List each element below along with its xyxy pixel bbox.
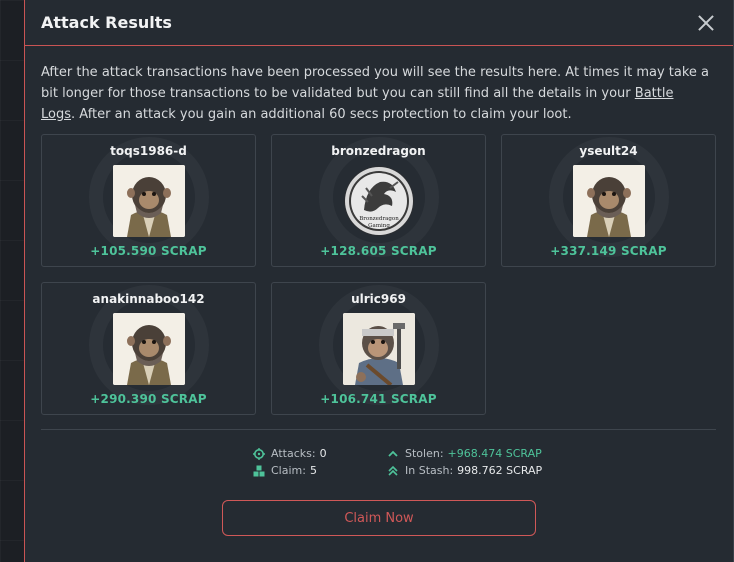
claim-label: Claim: [271, 464, 306, 477]
monkey-avatar-icon [572, 165, 645, 237]
boxes-icon [253, 465, 265, 476]
attacks-label: Attacks: [271, 447, 316, 460]
monkey-avatar-icon [112, 165, 185, 237]
bronzedragon-logo-icon: Bronzedragon Gaming [344, 167, 413, 235]
result-card: yseult24 +337.149 SCRAP [501, 134, 716, 267]
bronzedragon-logo-lettering: Bronzedragon [359, 216, 399, 222]
avatar [112, 165, 185, 237]
monkey-headband-avatar-icon [342, 313, 415, 385]
claim-value: 5 [309, 464, 317, 477]
divider [41, 429, 716, 430]
monkey-avatar-icon [112, 313, 185, 385]
stash-label: In Stash: [405, 464, 454, 477]
result-card: bronzedragon Bronzedragon Gaming +128.60… [271, 134, 486, 267]
attacks-stat: Attacks: 0 [253, 445, 327, 462]
crosshair-icon [253, 447, 265, 460]
close-icon[interactable] [695, 12, 717, 34]
attacks-value: 0 [319, 447, 327, 460]
attack-stats: Attacks: 0 Claim: 5 [253, 445, 327, 479]
stash-value: 998.762 SCRAP [457, 464, 543, 477]
result-card: anakinnaboo142 +290.390 SCRAP [41, 282, 256, 415]
scrap-gain: +290.390 SCRAP [90, 392, 207, 406]
avatar [342, 313, 415, 385]
double-chevron-up-icon [388, 465, 398, 476]
attack-results-modal: Attack Results After the attack transact… [24, 0, 734, 562]
scrap-gain: +337.149 SCRAP [550, 244, 667, 258]
avatar [112, 313, 185, 385]
player-name: bronzedragon [331, 144, 426, 158]
player-name: yseult24 [579, 144, 638, 158]
avatar: Bronzedragon Gaming [343, 166, 414, 236]
intro-text: After the attack transactions have been … [41, 62, 711, 125]
scrap-gain: +128.605 SCRAP [320, 244, 437, 258]
claim-now-button[interactable]: Claim Now [222, 500, 536, 536]
avatar [572, 165, 645, 237]
loot-stats: Stolen: +968.474 SCRAP In Stash: 998.762… [387, 445, 542, 479]
claim-stat: Claim: 5 [253, 462, 327, 479]
modal-title: Attack Results [41, 13, 172, 32]
bronzedragon-logo-lettering: Gaming [368, 223, 390, 229]
stolen-value: +968.474 SCRAP [447, 447, 542, 460]
modal-header: Attack Results [25, 0, 733, 46]
result-card: ulric969 +106.741 SCRAP [271, 282, 486, 415]
scrap-gain: +106.741 SCRAP [320, 392, 437, 406]
scrap-gain: +105.590 SCRAP [90, 244, 207, 258]
stolen-label: Stolen: [405, 447, 444, 460]
result-card: toqs1986-d +105.590 SCRAP [41, 134, 256, 267]
intro-text-start: After the attack transactions have been … [41, 65, 710, 101]
player-name: toqs1986-d [110, 144, 187, 158]
stash-stat: In Stash: 998.762 SCRAP [387, 462, 542, 479]
player-name: ulric969 [351, 292, 406, 306]
player-name: anakinnaboo142 [92, 292, 205, 306]
stolen-stat: Stolen: +968.474 SCRAP [387, 445, 542, 462]
chevron-up-icon [388, 450, 398, 457]
intro-text-end: . After an attack you gain an additional… [71, 107, 572, 122]
